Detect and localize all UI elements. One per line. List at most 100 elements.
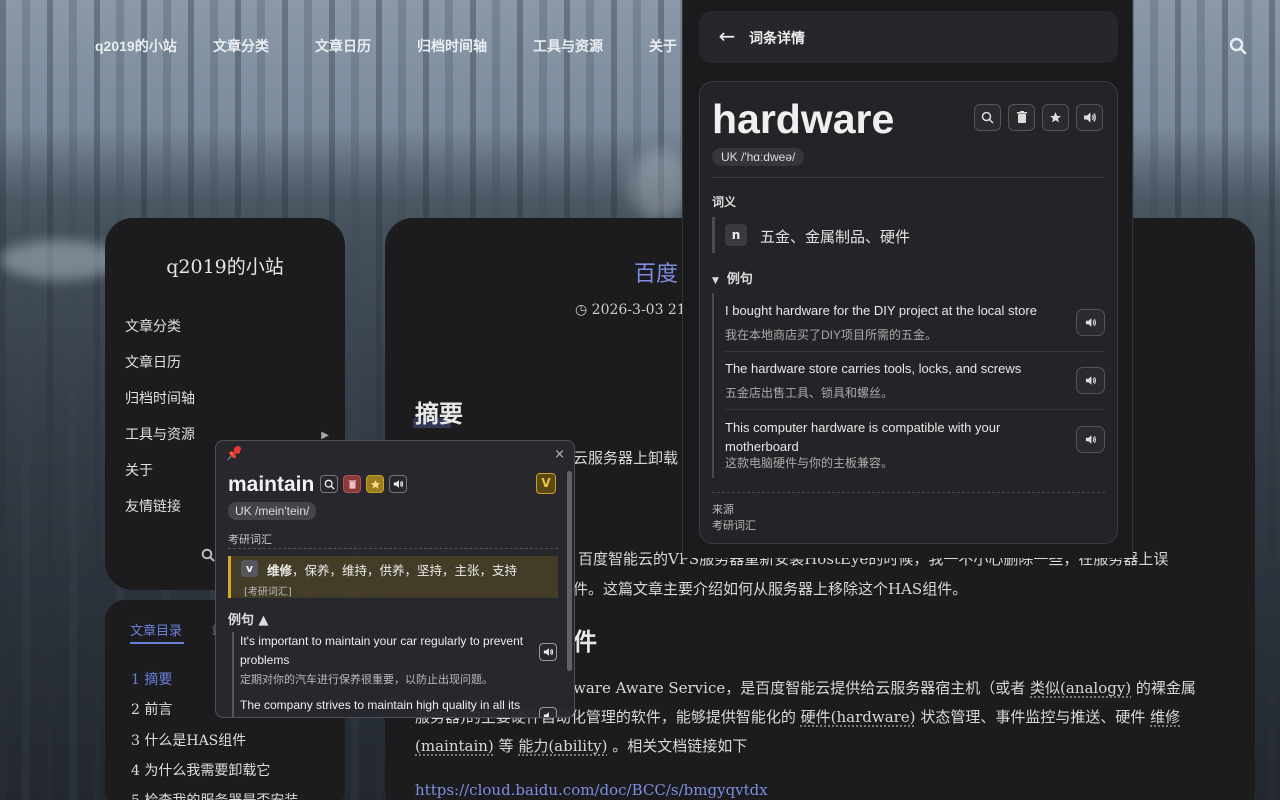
pos-badge: v xyxy=(241,560,258,577)
entry-card: hardware UK /'hɑːdweə/ 词义 n 五金、金属制品、硬件 ▼… xyxy=(699,81,1118,544)
article-date: ◷ 2026-3-03 21: xyxy=(575,302,690,318)
example-cn: 我在本地商店买了DIY项目所需的五金。 xyxy=(725,328,938,342)
speaker-icon[interactable] xyxy=(1076,309,1105,336)
example-item: I bought hardware for the DIY project at… xyxy=(725,301,1105,343)
dictionary-header-title: 词条详情 xyxy=(749,30,805,46)
toc-item[interactable]: 4 为什么我需要卸载它 xyxy=(131,760,270,780)
example-item: The company strives to maintain high qua… xyxy=(240,696,540,715)
vocab-link[interactable]: (maintain) xyxy=(415,737,494,755)
sidebar-item-categories[interactable]: 文章分类 xyxy=(125,316,181,336)
example-cn: 这款电脑硬件与你的主板兼容。 xyxy=(725,456,894,470)
meaning-label: 词义 xyxy=(712,195,737,209)
toc-item[interactable]: 3 什么是HAS组件 xyxy=(131,730,246,750)
text-span: 等 xyxy=(493,737,519,755)
divider xyxy=(712,492,1105,493)
dictionary-panel: ← 词条详情 hardware UK /'hɑːdweə/ 词义 n 五金、金属… xyxy=(682,0,1133,558)
speaker-icon[interactable] xyxy=(1076,104,1103,131)
examples-bar xyxy=(712,293,714,478)
close-icon[interactable]: × xyxy=(554,447,565,462)
definition-block: v 维修，保养，维持，供养，坚持，主张，支持 [考研词汇] xyxy=(228,556,558,598)
example-en: It's important to maintain your car regu… xyxy=(240,634,524,667)
entry-actions xyxy=(974,104,1103,131)
text-span: 的裸金属 xyxy=(1131,679,1196,697)
speaker-icon[interactable] xyxy=(539,707,557,717)
examples-toggle[interactable]: 例句 ▲ xyxy=(228,609,269,628)
toc-item[interactable]: 1 摘要 xyxy=(131,669,172,689)
search-icon[interactable] xyxy=(974,104,1001,131)
sidebar-item-about[interactable]: 关于 xyxy=(125,460,153,480)
nav-tools[interactable]: 工具与资源 xyxy=(533,36,603,56)
divider xyxy=(712,177,1105,178)
clock-icon: ◷ xyxy=(575,302,588,318)
example-cn: 五金店出售工具、锁具和螺丝。 xyxy=(725,386,894,400)
phonetic-badge: UK /'hɑːdweə/ xyxy=(712,148,805,166)
heading-has: 件 xyxy=(573,627,597,656)
caret-down-icon: ▼ xyxy=(712,276,719,286)
examples-bar xyxy=(232,632,234,717)
tab-active-indicator xyxy=(130,642,184,644)
paragraph-line: ware Aware Service，是百度智能云提供给云服务器宿主机（或者 类… xyxy=(573,677,1196,698)
definition-bar xyxy=(712,217,715,253)
definition-text: 维修，保养，维持，供养，坚持，主张，支持 xyxy=(267,560,517,579)
trash-icon[interactable] xyxy=(1008,104,1035,131)
level-badge: V xyxy=(536,473,556,494)
summary-text: 云服务器上卸载 xyxy=(573,449,679,467)
paragraph-line: (maintain) 等 能力(ability) 。相关文档链接如下 xyxy=(415,735,747,756)
popup-actions xyxy=(320,475,407,493)
notification-dot xyxy=(235,446,241,452)
nav-archive[interactable]: 归档时间轴 xyxy=(417,36,487,56)
heading-summary: 摘要 xyxy=(415,399,463,428)
vocab-link[interactable]: 类似(analogy) xyxy=(1030,679,1131,697)
tab-toc[interactable]: 文章目录 xyxy=(130,620,182,639)
sidebar-item-links[interactable]: 友情链接 xyxy=(125,496,181,516)
toc-item[interactable]: 2 前言 xyxy=(131,699,172,719)
date-text: 2026-3-03 21: xyxy=(591,302,691,318)
examples-label: 例句 xyxy=(726,272,753,287)
doc-link[interactable]: https://cloud.baidu.com/doc/BCC/s/bmgyqv… xyxy=(415,781,768,799)
sidebar-item-tools[interactable]: 工具与资源 xyxy=(125,424,195,444)
speaker-icon[interactable] xyxy=(1076,367,1105,394)
nav-categories[interactable]: 文章分类 xyxy=(213,36,269,56)
examples-toggle[interactable]: ▼ 例句 xyxy=(712,268,753,287)
article-title: 百度 xyxy=(634,262,679,287)
divider xyxy=(725,351,1105,352)
background-river xyxy=(0,240,120,280)
speaker-icon[interactable] xyxy=(1076,426,1105,453)
nav-about[interactable]: 关于 xyxy=(649,36,677,56)
definition-main: 维修 xyxy=(267,563,293,578)
nav-site-home[interactable]: q2019的小站 xyxy=(95,36,177,56)
definition-rest: ，保养，维持，供养，坚持，主张，支持 xyxy=(292,563,518,578)
example-en: The hardware store carries tools, locks,… xyxy=(725,361,1022,376)
dictionary-header: ← 词条详情 xyxy=(699,11,1118,63)
example-item: The hardware store carries tools, locks,… xyxy=(725,359,1105,401)
example-cn: 定期对你的汽车进行保养很重要，以防止出现问题。 xyxy=(240,674,493,686)
definition-text: 五金、金属制品、硬件 xyxy=(760,228,911,246)
trash-icon[interactable] xyxy=(343,475,361,493)
search-icon[interactable] xyxy=(1229,37,1247,55)
speaker-icon[interactable] xyxy=(539,643,557,661)
definition-source: [考研词汇] xyxy=(244,587,292,598)
example-item: This computer hardware is compatible wit… xyxy=(725,418,1105,471)
sidebar-item-archive[interactable]: 归档时间轴 xyxy=(125,388,195,408)
pos-badge: n xyxy=(725,224,747,246)
sidebar-item-calendar[interactable]: 文章日历 xyxy=(125,352,181,372)
back-arrow-icon[interactable]: ← xyxy=(713,21,741,53)
toc-item[interactable]: 5 检查我的服务器是否安装 xyxy=(131,790,298,800)
vocab-link[interactable]: 维修 xyxy=(1150,708,1180,726)
nav-calendar[interactable]: 文章日历 xyxy=(315,36,371,56)
vocab-link[interactable]: 硬件(hardware) xyxy=(801,708,916,726)
search-icon[interactable] xyxy=(201,548,215,562)
star-icon[interactable] xyxy=(366,475,384,493)
example-item: It's important to maintain your car regu… xyxy=(240,632,540,687)
search-icon[interactable] xyxy=(320,475,338,493)
paragraph-line: 件。这篇文章主要介绍如何从服务器上移除这个HAS组件。 xyxy=(573,580,968,598)
popup-scrollbar[interactable] xyxy=(567,471,572,671)
star-icon[interactable] xyxy=(1042,104,1069,131)
text-span: 。相关文档链接如下 xyxy=(607,737,748,755)
speaker-icon[interactable] xyxy=(389,475,407,493)
source-label: 来源 xyxy=(712,503,734,516)
sidebar-site-title: q2019的小站 xyxy=(166,256,284,278)
vocab-link[interactable]: 能力(ability) xyxy=(518,737,607,755)
popup-word: maintain xyxy=(228,473,315,496)
example-en: I bought hardware for the DIY project at… xyxy=(725,303,1037,318)
